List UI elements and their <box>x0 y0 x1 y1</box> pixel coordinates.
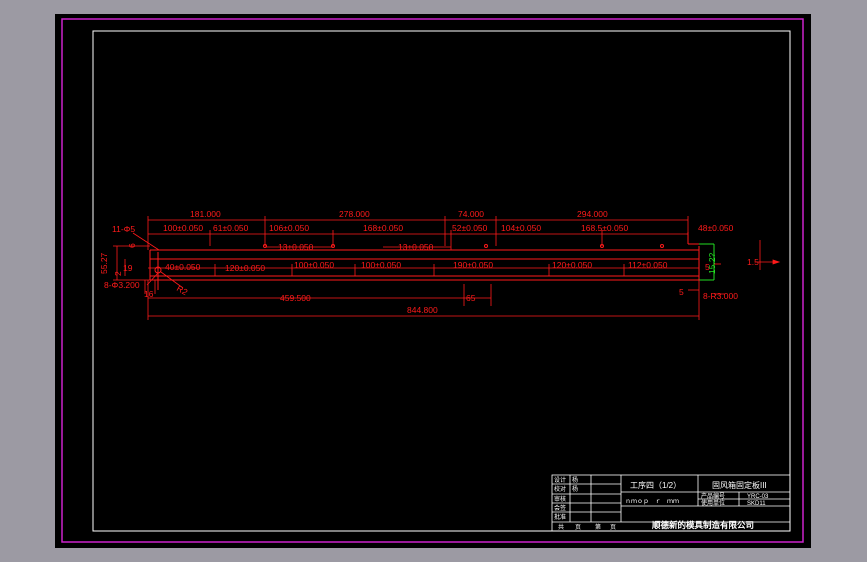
dim-106: 106±0.050 <box>269 223 309 233</box>
dim-19: 19 <box>123 263 133 273</box>
dim-120a: 120±0.050 <box>225 263 265 273</box>
part-name: 固风箱固定板III <box>712 480 767 490</box>
dim-294: 294.000 <box>577 209 608 219</box>
label-reviewer: 审核 <box>554 495 566 503</box>
dim-52: 52±0.050 <box>452 223 488 233</box>
dim-16: 16 <box>144 289 154 299</box>
cad-drawing: 181.000 278.000 74.000 294.000 100±0.050… <box>61 18 804 543</box>
dim-190: 190±0.050 <box>453 260 493 270</box>
dim-844-8: 844.800 <box>407 305 438 315</box>
dim-278: 278.000 <box>339 209 370 219</box>
label-material: 使用单位 <box>701 499 725 507</box>
material: SKD11 <box>747 501 766 507</box>
dim-459-5: 459.500 <box>280 293 311 303</box>
dim-8-r3: 8-R3.000 <box>703 291 738 301</box>
label-total: 共 <box>558 523 564 531</box>
label-designer: 设计 <box>554 476 566 484</box>
dim-168: 168±0.050 <box>363 223 403 233</box>
dim-48: 48±0.050 <box>698 223 734 233</box>
inner-frame <box>92 30 791 532</box>
dim-181: 181.000 <box>190 209 221 219</box>
dim-5b: 5 <box>679 287 684 297</box>
drawing-sheet: 181.000 278.000 74.000 294.000 100±0.050… <box>55 14 811 548</box>
dim-13b: 13±0.050 <box>398 242 434 252</box>
label-number: 第 <box>595 523 601 531</box>
value-checker: 杨 <box>572 485 578 493</box>
dimension-text: 181.000 278.000 74.000 294.000 100±0.050… <box>99 209 759 315</box>
dim-11-holes: 11-Φ5 <box>112 224 135 234</box>
dim-green: 15.2? <box>707 252 717 274</box>
dim-55-27: 55.27 <box>99 252 109 274</box>
dim-r2: R2 <box>175 283 190 297</box>
dim-13a: 13±0.050 <box>278 242 314 252</box>
label-page-a: 页 <box>575 524 581 531</box>
dim-61: 61±0.050 <box>213 223 249 233</box>
label-checker: 校对 <box>554 485 566 493</box>
part-outline <box>149 232 700 290</box>
dim-40: 40±0.050 <box>165 262 201 272</box>
dim-65: 65 <box>466 293 476 303</box>
dim-6: 6 <box>127 243 137 248</box>
label-page-b: 页 <box>610 524 616 531</box>
dim-2: 2 <box>113 271 123 276</box>
company-name: 顺德新的模具制造有限公司 <box>652 520 754 530</box>
dim-74: 74.000 <box>458 209 484 219</box>
label-countersign: 会签 <box>554 504 566 512</box>
dim-100c: 100±0.050 <box>361 260 401 270</box>
dim-100a: 100±0.050 <box>163 223 203 233</box>
dim-112: 112±0.050 <box>628 260 668 270</box>
process-note: ｎｍｏｐ ｒ ｍｍ <box>625 499 679 505</box>
dim-1-5: 1.5 <box>747 257 759 267</box>
value-designer: 杨 <box>572 476 578 484</box>
dim-100b: 100±0.050 <box>294 260 334 270</box>
dim-8-holes: 8-Φ3.200 <box>104 280 140 290</box>
dim-104: 104±0.050 <box>501 223 541 233</box>
label-approver: 批准 <box>554 513 566 521</box>
product-code: YRC-03 <box>747 494 769 500</box>
dim-120b: 120±0.050 <box>552 260 592 270</box>
dim-168-5: 168.5±0.050 <box>581 223 628 233</box>
label-product-code: 产品编号 <box>701 492 725 500</box>
process-title: 工序四（1/2） <box>630 480 681 490</box>
